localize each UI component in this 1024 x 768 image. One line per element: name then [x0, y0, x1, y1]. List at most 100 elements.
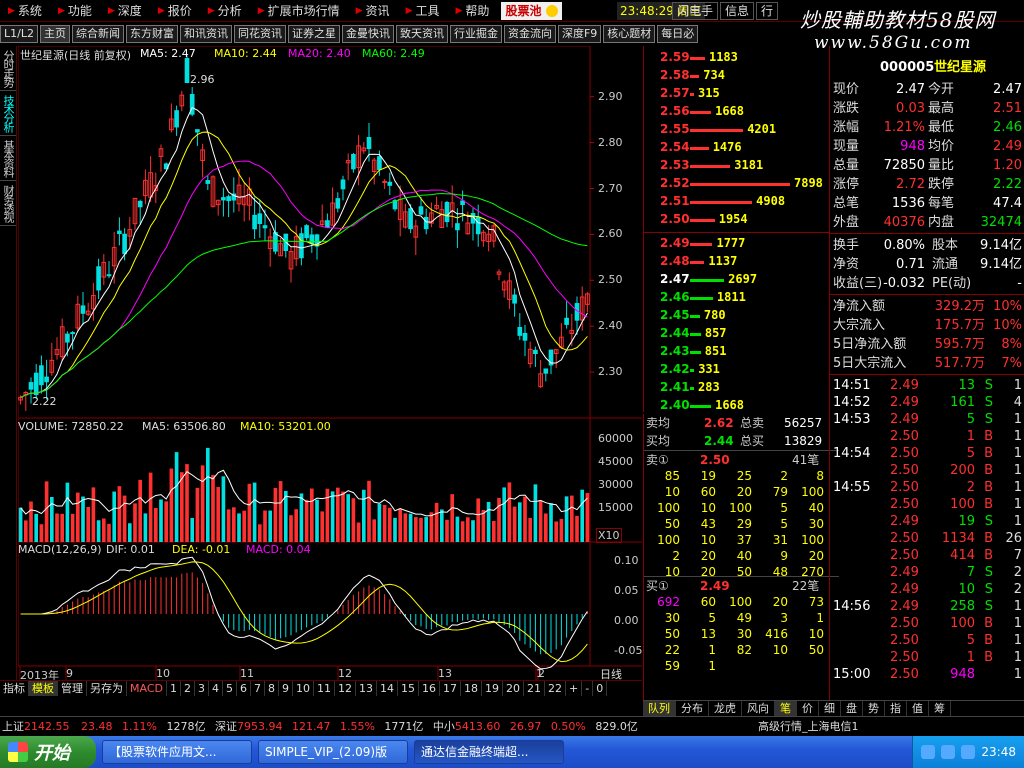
- buy-level-row[interactable]: 2.47 2697: [644, 272, 829, 290]
- right-tab[interactable]: 势: [863, 701, 885, 716]
- right-tab[interactable]: 指: [885, 701, 907, 716]
- menu-analysis[interactable]: ▶ 分析: [200, 0, 250, 22]
- sell-level-row[interactable]: 2.59 1183: [644, 50, 829, 68]
- right-tab[interactable]: 细: [819, 701, 841, 716]
- menu-quote[interactable]: ▶ 报价: [150, 0, 200, 22]
- tray-volume-icon[interactable]: [941, 745, 956, 759]
- tab-jinman[interactable]: 金曼快讯: [341, 25, 394, 43]
- indicator-tab[interactable]: 3: [195, 681, 209, 696]
- indicator-tab[interactable]: 18: [461, 681, 482, 696]
- indicator-tab[interactable]: 10: [293, 681, 314, 696]
- indicator-tab[interactable]: 16: [419, 681, 440, 696]
- server-label[interactable]: 高级行情_上海电信1: [758, 717, 859, 737]
- tab-manage[interactable]: 管理: [58, 681, 87, 696]
- stock-pool-button[interactable]: 股票池: [501, 1, 562, 20]
- tab-news[interactable]: 综合新闻: [71, 25, 124, 43]
- sell-level-row[interactable]: 2.55 4201: [644, 122, 829, 140]
- indicator-tab[interactable]: 13: [356, 681, 377, 696]
- indicator-tab[interactable]: 11: [314, 681, 335, 696]
- tab-home[interactable]: 主页: [39, 25, 70, 43]
- right-tab[interactable]: 值: [907, 701, 929, 716]
- indicator-tab[interactable]: 14: [377, 681, 398, 696]
- right-tab[interactable]: 盘: [841, 701, 863, 716]
- right-tab[interactable]: 队列: [643, 701, 676, 716]
- sell-level-row[interactable]: 2.52 7898: [644, 176, 829, 194]
- indicator-tab[interactable]: 15: [398, 681, 419, 696]
- menu-news[interactable]: ▶ 资讯: [348, 0, 398, 22]
- buy-level-row[interactable]: 2.44 857: [644, 326, 829, 344]
- indicator-tab[interactable]: 22: [545, 681, 566, 696]
- tab-zhitian[interactable]: 致天资讯: [395, 25, 448, 43]
- sidebar-fundamentals[interactable]: 基本资料: [0, 136, 16, 181]
- buy-level-row[interactable]: 2.48 1137: [644, 254, 829, 272]
- tab-save-as[interactable]: 另存为: [87, 681, 127, 696]
- sidebar-intraday[interactable]: 分时走势: [0, 46, 16, 91]
- sell-level-row[interactable]: 2.58 734: [644, 68, 829, 86]
- indicator-tab[interactable]: 0: [593, 681, 608, 696]
- indicator-tab[interactable]: 4: [209, 681, 223, 696]
- tab-macd[interactable]: MACD: [127, 681, 167, 696]
- indicator-tab[interactable]: 1: [167, 681, 181, 696]
- menu-depth[interactable]: ▶ 深度: [100, 0, 150, 22]
- indicator-tab[interactable]: 21: [524, 681, 545, 696]
- buy-level-row[interactable]: 2.45 780: [644, 308, 829, 326]
- buy-level-row[interactable]: 2.46 1811: [644, 290, 829, 308]
- sell-level-row[interactable]: 2.54 1476: [644, 140, 829, 158]
- right-tab[interactable]: 价: [797, 701, 819, 716]
- sell-level-row[interactable]: 2.50 1954: [644, 212, 829, 230]
- indicator-tab[interactable]: 6: [237, 681, 251, 696]
- indicator-tab[interactable]: 2: [181, 681, 195, 696]
- sell-level-row[interactable]: 2.51 4908: [644, 194, 829, 212]
- indicator-tab[interactable]: 20: [503, 681, 524, 696]
- buy-level-row[interactable]: 2.43 851: [644, 344, 829, 362]
- indicator-tab[interactable]: 17: [440, 681, 461, 696]
- indicator-tab[interactable]: 19: [482, 681, 503, 696]
- tab-stockstar[interactable]: 证券之星: [287, 25, 340, 43]
- right-tab[interactable]: 笔: [775, 701, 797, 716]
- tab-daily[interactable]: 每日必: [657, 25, 699, 43]
- kline-chart[interactable]: 世纪星源(日线 前复权) MA5: 2.47 MA10: 2.44 MA20: …: [18, 46, 642, 686]
- right-tab[interactable]: 风向: [742, 701, 775, 716]
- indicator-tab[interactable]: 9: [279, 681, 293, 696]
- tab-f9[interactable]: 深度F9: [557, 25, 602, 43]
- sidebar-financials[interactable]: 财务透视: [0, 181, 16, 226]
- menu-system[interactable]: ▶ 系统: [0, 0, 50, 22]
- sell-level-row[interactable]: 2.56 1668: [644, 104, 829, 122]
- tab-core-theme[interactable]: 核心题材: [603, 25, 656, 43]
- tab-eastmoney[interactable]: 东方财富: [125, 25, 178, 43]
- tab-industry[interactable]: 行业掘金: [449, 25, 502, 43]
- buy-level-row[interactable]: 2.42 331: [644, 362, 829, 380]
- sell-level-row[interactable]: 2.53 3181: [644, 158, 829, 176]
- start-button[interactable]: 开始: [0, 736, 96, 768]
- indicator-tab[interactable]: 8: [265, 681, 279, 696]
- indicator-tab[interactable]: -: [582, 681, 594, 696]
- buy-level-row[interactable]: 2.41 283: [644, 380, 829, 398]
- tray-network-icon[interactable]: [921, 745, 936, 759]
- tab-capital-flow[interactable]: 资金流向: [503, 25, 556, 43]
- buy-level-row[interactable]: 2.49 1777: [644, 236, 829, 254]
- sidebar-technical[interactable]: 技术分析: [0, 91, 16, 136]
- tab-ths[interactable]: 同花资讯: [233, 25, 286, 43]
- indicator-tab[interactable]: +: [566, 681, 583, 696]
- sell-level-row[interactable]: 2.57 315: [644, 86, 829, 104]
- quote-button[interactable]: 行: [756, 2, 779, 20]
- right-tab[interactable]: 筹: [929, 701, 951, 716]
- info-button[interactable]: 信息: [720, 2, 755, 20]
- menu-function[interactable]: ▶ 功能: [50, 0, 100, 22]
- indicator-tab[interactable]: 5: [223, 681, 237, 696]
- tab-indicator[interactable]: 指标: [0, 681, 29, 696]
- tab-template[interactable]: 模板: [29, 681, 58, 696]
- level-toggle[interactable]: L1/L2: [0, 25, 38, 43]
- right-tab[interactable]: 龙虎: [709, 701, 742, 716]
- menu-tools[interactable]: ▶ 工具: [398, 0, 448, 22]
- task-doc[interactable]: 【股票软件应用文...: [102, 740, 252, 764]
- flash-trade-button[interactable]: 闪电手: [672, 2, 719, 20]
- tab-hexun[interactable]: 和讯资讯: [179, 25, 232, 43]
- task-folder[interactable]: SIMPLE_VIP_(2.09)版: [258, 740, 408, 764]
- menu-ext-market[interactable]: ▶ 扩展市场行情: [250, 0, 348, 22]
- menu-help[interactable]: ▶ 帮助: [448, 0, 498, 22]
- tray-app-icon[interactable]: [961, 745, 976, 759]
- task-tdx[interactable]: 通达信金融终端超...: [414, 740, 564, 764]
- right-tab[interactable]: 分布: [676, 701, 709, 716]
- indicator-tab[interactable]: 7: [251, 681, 265, 696]
